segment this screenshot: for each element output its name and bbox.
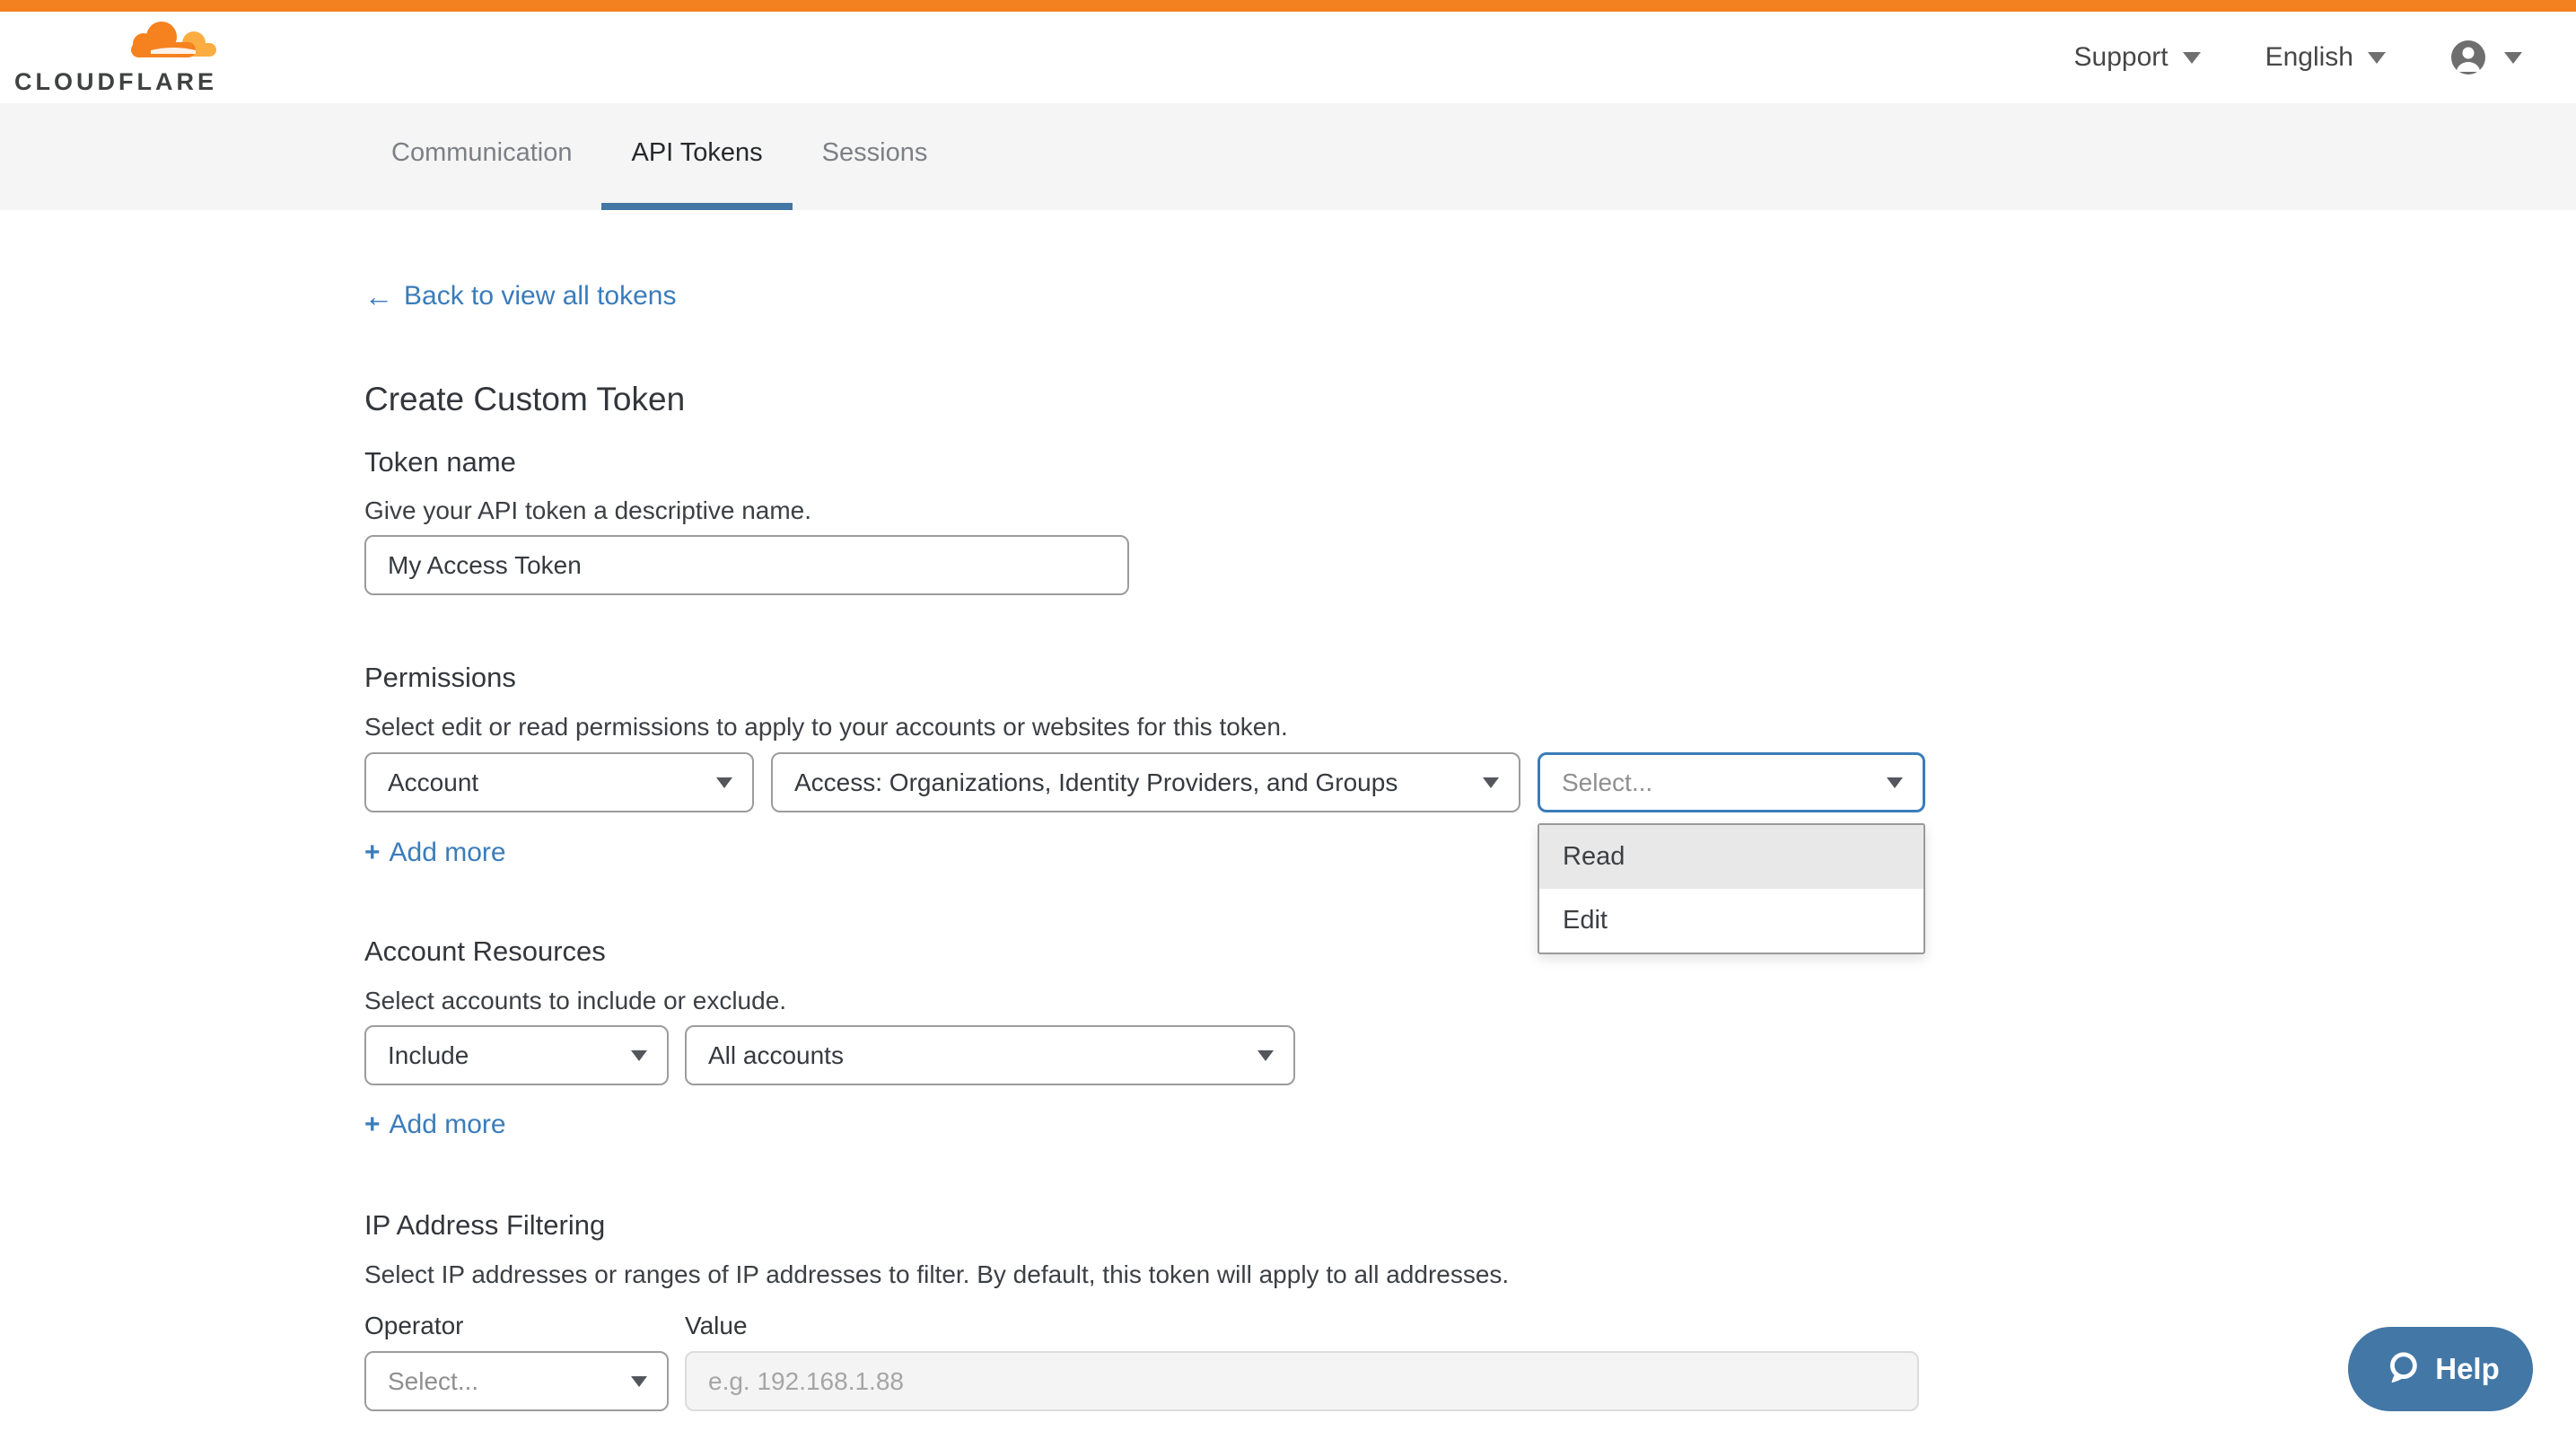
accounts-dropdown[interactable]: All accounts xyxy=(685,1025,1295,1085)
plus-icon: + xyxy=(364,835,381,871)
account-resources-heading: Account Resources xyxy=(364,935,2576,968)
language-label: English xyxy=(2265,42,2353,73)
header: CLOUDFLARE Support English xyxy=(0,12,2576,103)
support-label: Support xyxy=(2074,42,2169,73)
back-to-tokens-link[interactable]: ← Back to view all tokens xyxy=(364,278,676,314)
permission-resource-dropdown[interactable]: Access: Organizations, Identity Provider… xyxy=(771,752,1520,812)
permission-resource-value: Access: Organizations, Identity Provider… xyxy=(794,768,1398,797)
help-button[interactable]: Help xyxy=(2348,1327,2533,1411)
permission-access-select-wrap: Select... Read Edit xyxy=(1538,752,1925,812)
caret-down-icon xyxy=(2504,52,2522,64)
ip-filtering-row: Select... xyxy=(364,1351,2576,1411)
header-right: Support English xyxy=(2074,40,2522,75)
user-avatar-icon xyxy=(2450,40,2486,75)
caret-down-icon xyxy=(2368,52,2386,64)
ip-operator-placeholder: Select... xyxy=(388,1367,478,1396)
accounts-value: All accounts xyxy=(708,1041,844,1070)
top-accent-bar xyxy=(0,0,2576,12)
permission-access-placeholder: Select... xyxy=(1562,768,1652,797)
account-resources-add-more-link[interactable]: + Add more xyxy=(364,1107,506,1143)
caret-down-icon xyxy=(716,777,732,788)
caret-down-icon xyxy=(1483,777,1499,788)
permissions-description: Select edit or read permissions to apply… xyxy=(364,712,2576,742)
page-title: Create Custom Token xyxy=(364,379,2576,420)
ip-filtering-labels: Operator Value xyxy=(364,1311,2576,1341)
caret-down-icon xyxy=(1257,1050,1274,1061)
tab-sessions[interactable]: Sessions xyxy=(793,103,958,210)
ip-value-input[interactable] xyxy=(685,1351,1919,1411)
token-name-heading: Token name xyxy=(364,446,2576,478)
value-label: Value xyxy=(685,1311,748,1341)
caret-down-icon xyxy=(2183,52,2201,64)
menu-item-label: Read xyxy=(1563,842,1625,872)
permissions-add-more-link[interactable]: + Add more xyxy=(364,835,506,871)
token-name-input[interactable] xyxy=(364,535,1129,595)
access-options-menu: Read Edit xyxy=(1538,823,1925,954)
account-resources-row: Include All accounts xyxy=(364,1025,2576,1085)
tab-communication[interactable]: Communication xyxy=(362,103,601,210)
main-content: ← Back to view all tokens Create Custom … xyxy=(0,210,2576,1411)
add-more-label: Add more xyxy=(390,835,506,871)
menu-item-edit[interactable]: Edit xyxy=(1539,889,1923,953)
tab-bar: Communication API Tokens Sessions xyxy=(0,103,2576,210)
menu-item-read[interactable]: Read xyxy=(1539,825,1923,889)
caret-down-icon xyxy=(631,1376,647,1387)
tab-label: API Tokens xyxy=(631,138,762,168)
cloudflare-logo[interactable]: CLOUDFLARE xyxy=(27,20,217,96)
ip-filtering-heading: IP Address Filtering xyxy=(364,1209,2576,1242)
back-link-label: Back to view all tokens xyxy=(404,278,676,314)
caret-down-icon xyxy=(631,1050,647,1061)
plus-icon: + xyxy=(364,1107,381,1143)
cloudflare-wordmark: CLOUDFLARE xyxy=(14,68,217,96)
permissions-row: Account Access: Organizations, Identity … xyxy=(364,752,2576,812)
permission-scope-dropdown[interactable]: Account xyxy=(364,752,754,812)
permission-access-dropdown[interactable]: Select... xyxy=(1538,752,1925,812)
account-mode-dropdown[interactable]: Include xyxy=(364,1025,669,1085)
chat-bubble-icon xyxy=(2381,1348,2423,1390)
cloudflare-cloud-icon xyxy=(124,20,217,66)
tab-api-tokens[interactable]: API Tokens xyxy=(601,103,792,210)
permission-scope-value: Account xyxy=(388,768,478,797)
operator-label: Operator xyxy=(364,1311,685,1341)
support-menu[interactable]: Support xyxy=(2074,42,2201,73)
tab-label: Sessions xyxy=(822,138,928,168)
help-button-label: Help xyxy=(2435,1352,2500,1386)
token-name-description: Give your API token a descriptive name. xyxy=(364,496,2576,526)
account-resources-description: Select accounts to include or exclude. xyxy=(364,986,2576,1016)
caret-down-icon xyxy=(1887,777,1903,788)
tab-label: Communication xyxy=(391,138,572,168)
add-more-label: Add more xyxy=(390,1107,506,1143)
back-arrow-icon: ← xyxy=(364,278,393,314)
ip-operator-dropdown[interactable]: Select... xyxy=(364,1351,669,1411)
account-mode-value: Include xyxy=(388,1041,469,1070)
language-menu[interactable]: English xyxy=(2265,42,2386,73)
account-menu[interactable] xyxy=(2450,40,2522,75)
permissions-heading: Permissions xyxy=(364,662,2576,694)
ip-filtering-description: Select IP addresses or ranges of IP addr… xyxy=(364,1260,2576,1290)
menu-item-label: Edit xyxy=(1563,906,1608,935)
